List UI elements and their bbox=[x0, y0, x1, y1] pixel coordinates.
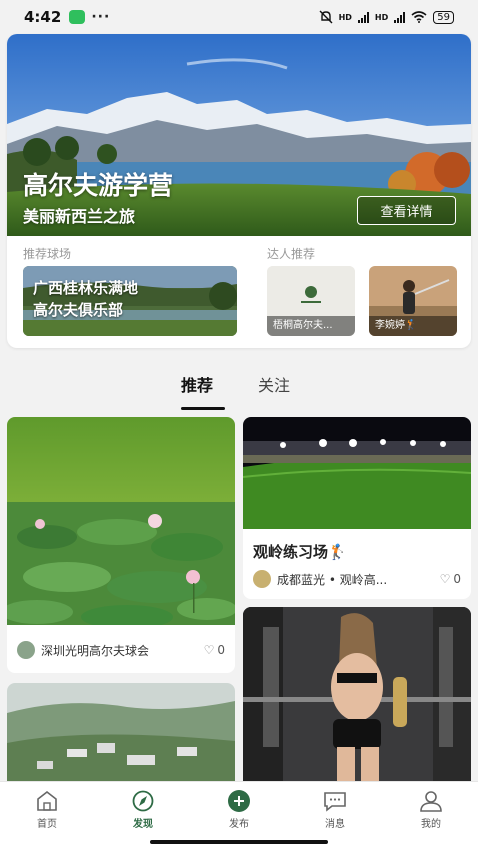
like-count: 0 bbox=[453, 572, 461, 586]
signal-icon-1 bbox=[357, 11, 369, 23]
feed-card[interactable]: 观岭练习场🏌️ 成都蓝光 • 观岭高... ♡ 0 bbox=[243, 417, 471, 599]
recommended-course-card[interactable]: 广西桂林乐满地 高尔夫俱乐部 bbox=[23, 266, 237, 336]
like-count: 0 bbox=[217, 643, 225, 657]
heart-icon: ♡ bbox=[203, 643, 215, 657]
like-button[interactable]: ♡ 0 bbox=[440, 572, 461, 586]
more-notifications-icon: ··· bbox=[91, 9, 111, 25]
banner-title: 高尔夫游学营 bbox=[23, 171, 174, 200]
status-time: 4:42 bbox=[24, 8, 62, 26]
gym-photo bbox=[243, 607, 471, 781]
feed-meta: 成都蓝光 • 观岭高... ♡ 0 bbox=[243, 570, 471, 588]
nav-messages[interactable]: 消息 bbox=[305, 790, 365, 830]
signal-label-1: HD bbox=[338, 12, 352, 22]
avatar bbox=[17, 641, 35, 659]
course-name-line2: 高尔夫俱乐部 bbox=[33, 301, 124, 319]
nav-home-label: 首页 bbox=[37, 819, 57, 830]
wechat-notification-icon bbox=[69, 10, 86, 24]
nav-publish[interactable]: 发布 bbox=[209, 790, 269, 830]
recommended-experts-label: 达人推荐 bbox=[267, 247, 316, 261]
nav-profile-label: 我的 bbox=[421, 819, 441, 830]
like-button[interactable]: ♡ 0 bbox=[204, 643, 225, 657]
status-bar: 4:42 ··· HD HD 59 bbox=[0, 0, 478, 34]
course-name-line1: 广西桂林乐满地 bbox=[33, 279, 139, 297]
nav-home[interactable]: 首页 bbox=[17, 790, 77, 830]
mute-bell-icon bbox=[319, 10, 333, 24]
lotus-pond-image bbox=[7, 417, 235, 629]
feed-card[interactable]: 深圳光明高尔夫球会 ♡ 0 bbox=[7, 417, 235, 673]
post-title: 观岭练习场🏌️ bbox=[253, 543, 347, 561]
profile-icon bbox=[420, 791, 442, 812]
home-indicator bbox=[150, 840, 328, 844]
view-details-button[interactable]: 查看详情 bbox=[357, 196, 456, 225]
message-icon bbox=[324, 792, 346, 812]
wifi-icon bbox=[411, 11, 427, 23]
signal-icon-2 bbox=[394, 11, 406, 23]
aerial-town-image bbox=[7, 683, 235, 781]
expert-name: 李婉婷🏌️ bbox=[369, 316, 457, 336]
feed-meta: 深圳光明高尔夫球会 ♡ 0 bbox=[7, 641, 235, 659]
nav-messages-label: 消息 bbox=[325, 819, 345, 830]
banner-subtitle: 美丽新西兰之旅 bbox=[23, 207, 136, 226]
heart-icon: ♡ bbox=[439, 572, 451, 586]
plus-icon bbox=[228, 790, 250, 812]
expert-card-liwanting[interactable]: 李婉婷🏌️ bbox=[369, 266, 457, 336]
compass-icon bbox=[132, 790, 154, 812]
expert-name: 梧桐高尔夫... bbox=[267, 316, 355, 336]
author-name: 成都蓝光 • 观岭高... bbox=[277, 572, 388, 587]
author-name: 深圳光明高尔夫球会 bbox=[41, 643, 150, 658]
top-card: 高尔夫游学营 美丽新西兰之旅 查看详情 推荐球场 达人推荐 广西桂林乐满地 高尔… bbox=[7, 34, 471, 348]
nav-profile[interactable]: 我的 bbox=[401, 790, 461, 830]
expert-card-wutong[interactable]: 梧桐高尔夫... bbox=[267, 266, 355, 336]
active-tab-indicator bbox=[181, 407, 225, 410]
nav-publish-label: 发布 bbox=[229, 819, 249, 830]
battery-indicator: 59 bbox=[433, 10, 454, 24]
banner[interactable]: 高尔夫游学营 美丽新西兰之旅 查看详情 bbox=[7, 34, 471, 236]
feed-card[interactable] bbox=[7, 683, 235, 781]
home-icon bbox=[37, 790, 57, 811]
nav-discover-label: 发现 bbox=[133, 819, 153, 830]
nav-discover[interactable]: 发现 bbox=[113, 790, 173, 830]
tab-following[interactable]: 关注 bbox=[258, 372, 290, 396]
avatar bbox=[253, 570, 271, 588]
recommended-courses-label: 推荐球场 bbox=[23, 247, 72, 261]
tab-recommended[interactable]: 推荐 bbox=[181, 372, 213, 396]
driving-range-image bbox=[243, 417, 471, 529]
feed-card[interactable] bbox=[243, 607, 471, 781]
signal-label-2: HD bbox=[374, 12, 389, 22]
